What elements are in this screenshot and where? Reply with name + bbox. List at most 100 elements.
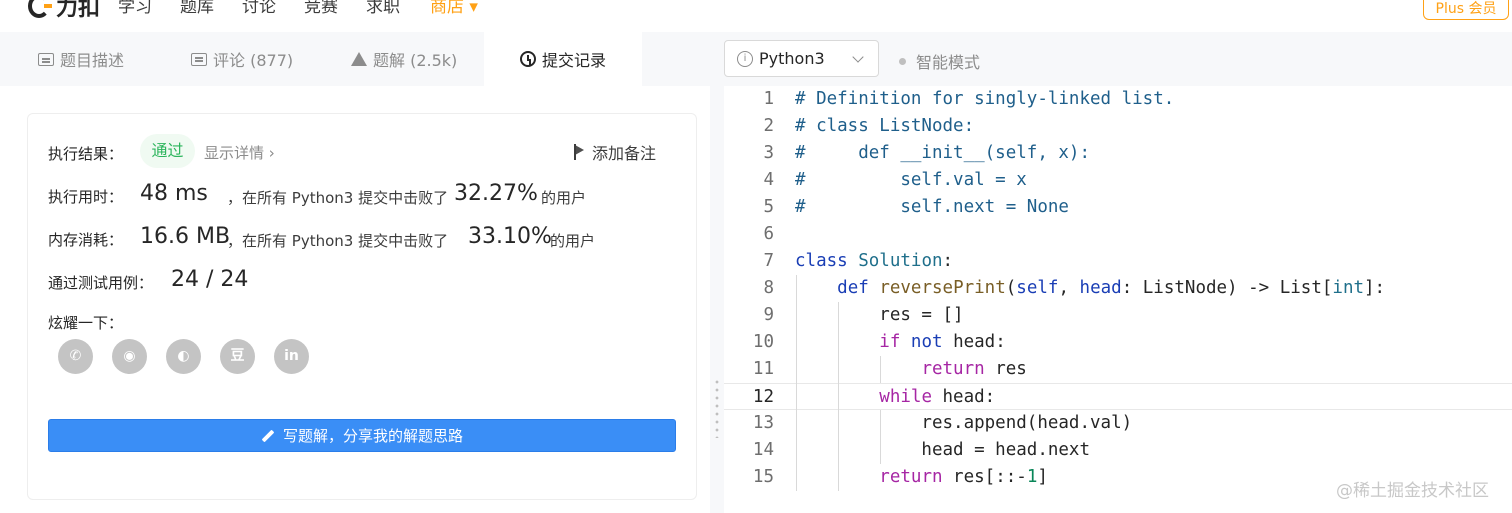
panel-divider[interactable] [710, 86, 724, 513]
nav-problems[interactable]: 题库 [180, 0, 214, 17]
indent-guide [796, 275, 797, 491]
code-line[interactable]: 7 class Solution: [724, 248, 1512, 275]
code-text: return res [921, 359, 1027, 379]
line-number: 13 [752, 413, 774, 433]
line-number: 15 [752, 467, 774, 487]
tab-comments[interactable]: 评论 (877) [191, 32, 293, 86]
nav-discuss[interactable]: 讨论 [242, 0, 276, 17]
memory-percentile: 33.10% [468, 224, 552, 249]
code-editor[interactable]: 1 # Definition for singly-linked list. 2 # … [724, 86, 1512, 513]
code-text: return res[::-1] [879, 467, 1048, 487]
result-label: 执行结果： [48, 145, 124, 163]
line-number: 7 [763, 251, 774, 271]
share-icons: ✆ ◉ ◐ 豆 in [58, 339, 309, 374]
runtime-text: ，在所有 Python3 提交中击败了 [227, 189, 449, 207]
logo-text: 力扣 [56, 0, 101, 21]
code-line[interactable]: 2 # class ListNode: [724, 113, 1512, 140]
tab-label: 题目描述 [60, 51, 125, 70]
code-line[interactable]: 3 # def __init__(self, x): [724, 140, 1512, 167]
code-text: res = [] [795, 305, 964, 325]
store-label: 商店 [430, 0, 464, 17]
add-note-button[interactable]: 添加备注 [574, 140, 656, 164]
line-number: 3 [763, 143, 774, 163]
smart-mode-toggle[interactable]: 智能模式 [899, 49, 980, 73]
drag-handle-icon[interactable] [715, 378, 719, 438]
add-note-label: 添加备注 [592, 144, 657, 163]
info-icon: i [737, 50, 753, 67]
logo-icon [28, 0, 52, 18]
tab-submissions[interactable]: 提交记录 [484, 32, 642, 86]
weibo-icon[interactable]: ◉ [112, 339, 147, 374]
top-navigation: 力扣 学习 题库 讨论 竞赛 求职 商店 ▾ Plus 会员 [0, 0, 1512, 32]
chevron-down-icon [852, 51, 864, 63]
code-text: if not head: [879, 332, 1006, 352]
plus-membership-button[interactable]: Plus 会员 [1423, 0, 1509, 20]
code-text: def reversePrint(self, head: ListNode) -… [837, 278, 1386, 298]
code-line[interactable]: 5 # self.next = None [724, 194, 1512, 221]
line-number: 6 [763, 224, 774, 244]
pencil-icon [261, 429, 275, 442]
language-select[interactable]: i Python3 [724, 40, 879, 77]
description-icon [38, 52, 54, 66]
line-number: 5 [763, 197, 774, 217]
watermark: @稀土掘金技术社区 [1336, 481, 1489, 501]
tests-label: 通过测试用例： [48, 274, 154, 292]
code-text: # Definition for singly-linked list. [795, 89, 1175, 109]
code-line[interactable]: 14 head = head.next [724, 437, 1512, 464]
flask-icon [351, 52, 367, 66]
language-value: Python3 [759, 49, 825, 68]
tests-value: 24 / 24 [171, 267, 249, 292]
code-line[interactable]: 12 while head: [724, 383, 1512, 410]
line-number: 1 [763, 89, 774, 109]
code-text: res.append(head.val) [795, 413, 1133, 433]
runtime-suffix: 的用户 [541, 189, 587, 207]
tab-label: 评论 (877) [213, 51, 294, 70]
code-line[interactable]: 9 res = [] [724, 302, 1512, 329]
chevron-down-icon: ▾ [464, 0, 478, 17]
line-number: 12 [752, 387, 774, 407]
nav-learn[interactable]: 学习 [118, 0, 152, 17]
code-line[interactable]: 1 # Definition for singly-linked list. [724, 86, 1512, 113]
memory-suffix: 的用户 [550, 232, 596, 250]
smart-mode-label: 智能模式 [916, 53, 981, 72]
line-number: 8 [763, 278, 774, 298]
tab-label: 题解 (2.5k) [373, 51, 458, 70]
indent-guide [838, 302, 840, 491]
code-text: while head: [879, 387, 996, 407]
memory-value: 16.6 MB [140, 224, 231, 249]
code-line[interactable]: 10 if not head: [724, 329, 1512, 356]
memory-label: 内存消耗： [48, 231, 124, 249]
nav-jobs[interactable]: 求职 [366, 0, 400, 17]
flag-icon [574, 144, 586, 160]
comment-icon [191, 52, 207, 66]
tab-description[interactable]: 题目描述 [38, 32, 124, 86]
code-line[interactable]: 8 def reversePrint(self, head: ListNode)… [724, 275, 1512, 302]
code-line[interactable]: 6 [724, 221, 1512, 248]
code-line[interactable]: 13 res.append(head.val) [724, 410, 1512, 437]
status-badge: 通过 [140, 134, 195, 168]
runtime-value: 48 ms [140, 181, 208, 206]
share-label: 炫耀一下： [48, 314, 124, 332]
douban-icon[interactable]: 豆 [220, 339, 255, 374]
code-line[interactable]: 11 return res [724, 356, 1512, 383]
code-text: # self.val = x [795, 170, 1027, 190]
code-text: head = head.next [795, 440, 1091, 460]
clock-icon [519, 51, 536, 67]
show-details-link[interactable]: 显示详情 › [204, 142, 275, 163]
submission-panel: 执行结果： 通过 显示详情 › 添加备注 执行用时： 48 ms ，在所有 Py… [0, 86, 710, 513]
code-text: # class ListNode: [795, 116, 975, 136]
memory-text: ，在所有 Python3 提交中击败了 [227, 232, 449, 250]
nav-contest[interactable]: 竞赛 [304, 0, 338, 17]
nav-store[interactable]: 商店 ▾ [430, 0, 478, 17]
runtime-percentile: 32.27% [454, 181, 538, 206]
write-solution-label: 写题解，分享我的解题思路 [282, 427, 463, 445]
indent-guide [880, 410, 882, 464]
linkedin-icon[interactable]: in [274, 339, 309, 374]
write-solution-button[interactable]: 写题解，分享我的解题思路 [48, 419, 676, 452]
leetcode-logo[interactable]: 力扣 [28, 0, 100, 22]
wechat-icon[interactable]: ✆ [58, 339, 93, 374]
code-line[interactable]: 4 # self.val = x [724, 167, 1512, 194]
tab-solutions[interactable]: 题解 (2.5k) [351, 32, 457, 86]
code-text: class Solution: [795, 251, 954, 271]
qq-icon[interactable]: ◐ [166, 339, 201, 374]
